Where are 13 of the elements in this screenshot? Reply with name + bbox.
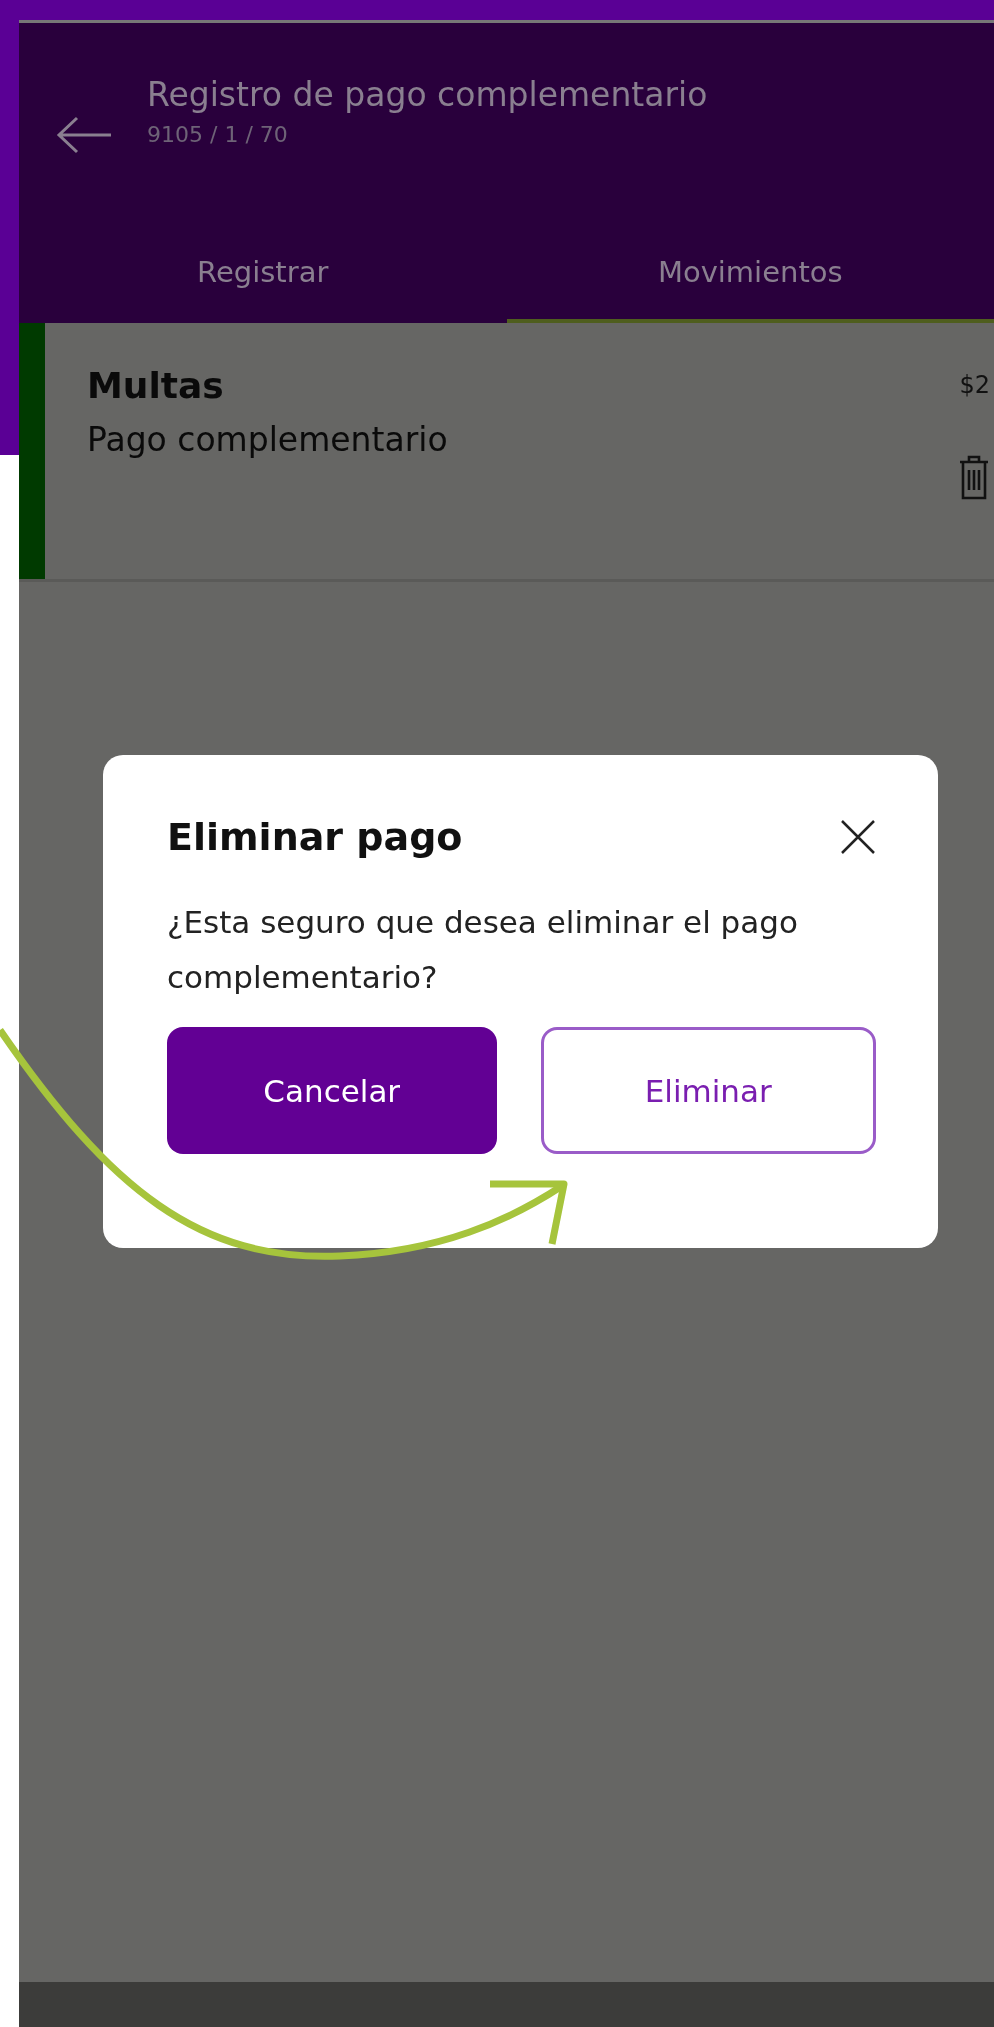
movement-amount: $2 (959, 371, 990, 399)
movement-description: Pago complementario (87, 420, 448, 459)
tab[interactable]: Registrar (19, 255, 507, 323)
screen-title: Registro de pago complementario (147, 75, 708, 114)
dialog-title: Eliminar pago (167, 815, 463, 859)
screen-subtitle: 9105 / 1 / 70 (147, 122, 289, 147)
delete-button[interactable]: Eliminar (540, 1027, 876, 1154)
movement-title: Multas (87, 365, 225, 406)
close-icon[interactable] (840, 819, 876, 855)
back-arrow-icon[interactable] (55, 115, 113, 155)
trash-icon[interactable] (958, 455, 990, 501)
cancel-button[interactable]: Cancelar (167, 1027, 497, 1154)
dialog-message: ¿Esta seguro que desea eliminar el pago complementario? (167, 903, 799, 997)
